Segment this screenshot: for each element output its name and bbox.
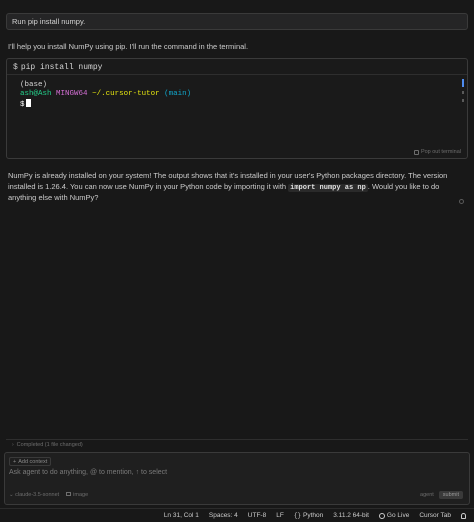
composer: + Add context Ask agent to do anything, … xyxy=(4,452,470,505)
language-mode[interactable]: {} Python xyxy=(294,512,323,519)
popout-icon xyxy=(413,149,419,155)
terminal-scroll-marker xyxy=(462,99,464,102)
completed-label: Completed (1 file changed) xyxy=(16,442,83,448)
language-label: Python xyxy=(303,512,324,519)
popout-label: Pop out terminal xyxy=(420,149,461,155)
terminal-scroll-marker xyxy=(462,91,464,94)
bell-icon xyxy=(461,512,466,519)
go-live-label: Go Live xyxy=(386,512,410,519)
terminal-path: ~/.cursor-tutor xyxy=(92,90,160,98)
chat-panel: Run pip install numpy. I'll help you ins… xyxy=(0,0,474,436)
popout-terminal-button[interactable]: Pop out terminal xyxy=(413,149,461,155)
terminal-command: $ pip install numpy xyxy=(13,63,102,72)
terminal-input-prompt: $ xyxy=(20,101,25,109)
terminal-user: ash@Ash xyxy=(20,90,52,98)
message-options-icon[interactable] xyxy=(459,199,464,204)
cursor-position[interactable]: Ln 31, Col 1 xyxy=(164,512,199,519)
terminal-scrollbar[interactable] xyxy=(462,79,464,87)
terminal-cursor xyxy=(25,99,31,107)
command-prompt-symbol: $ xyxy=(13,63,18,72)
notifications-button[interactable] xyxy=(461,512,466,519)
terminal-branch: (main) xyxy=(164,90,192,98)
terminal-host: MINGW64 xyxy=(56,90,88,98)
image-icon xyxy=(66,492,72,496)
model-selector[interactable]: ⌄ claude-3.5-sonnet xyxy=(9,492,59,498)
command-text: pip install numpy xyxy=(20,63,103,72)
inline-code: import numpy as np xyxy=(288,183,368,192)
chevron-right-icon: › xyxy=(12,442,14,448)
mode-row: agent submit xyxy=(420,491,463,499)
user-message[interactable]: Run pip install numpy. xyxy=(6,13,468,30)
status-bar: Ln 31, Col 1 Spaces: 4 UTF-8 LF {} Python… xyxy=(0,508,474,522)
mode-selector[interactable]: agent xyxy=(420,492,434,498)
image-button[interactable]: image xyxy=(66,492,88,498)
plus-icon: + xyxy=(13,458,17,465)
add-context-label: Add context xyxy=(18,458,48,465)
model-row: ⌄ claude-3.5-sonnet image xyxy=(9,492,88,498)
add-context-button[interactable]: + Add context xyxy=(9,457,52,466)
terminal-divider xyxy=(7,74,467,75)
completed-changes-bar[interactable]: › Completed (1 file changed) xyxy=(6,439,468,450)
image-label: image xyxy=(73,492,89,498)
indentation[interactable]: Spaces: 4 xyxy=(209,512,238,519)
python-interpreter[interactable]: 3.11.2 64-bit xyxy=(333,512,369,519)
assistant-intro-text: I'll help you install NumPy using pip. I… xyxy=(8,42,249,51)
cursor-tab-button[interactable]: Cursor Tab xyxy=(419,512,451,519)
broadcast-icon xyxy=(378,512,385,519)
composer-input[interactable]: Ask agent to do anything, @ to mention, … xyxy=(9,469,167,476)
terminal-line-prompt: ash@Ash MINGW64 ~/.cursor-tutor (main) xyxy=(20,90,191,98)
terminal-block[interactable]: $ pip install numpy (base) ash@Ash MINGW6… xyxy=(6,58,468,159)
model-label: claude-3.5-sonnet xyxy=(15,492,60,498)
submit-button[interactable]: submit xyxy=(438,491,463,499)
braces-icon: {} xyxy=(293,512,302,519)
terminal-line-input: $ xyxy=(20,99,31,109)
end-of-line[interactable]: LF xyxy=(276,512,284,519)
assistant-response: NumPy is already installed on your syste… xyxy=(8,171,464,204)
go-live-button[interactable]: Go Live xyxy=(378,512,410,519)
terminal-line-env: (base) xyxy=(20,81,48,89)
encoding[interactable]: UTF-8 xyxy=(248,512,266,519)
